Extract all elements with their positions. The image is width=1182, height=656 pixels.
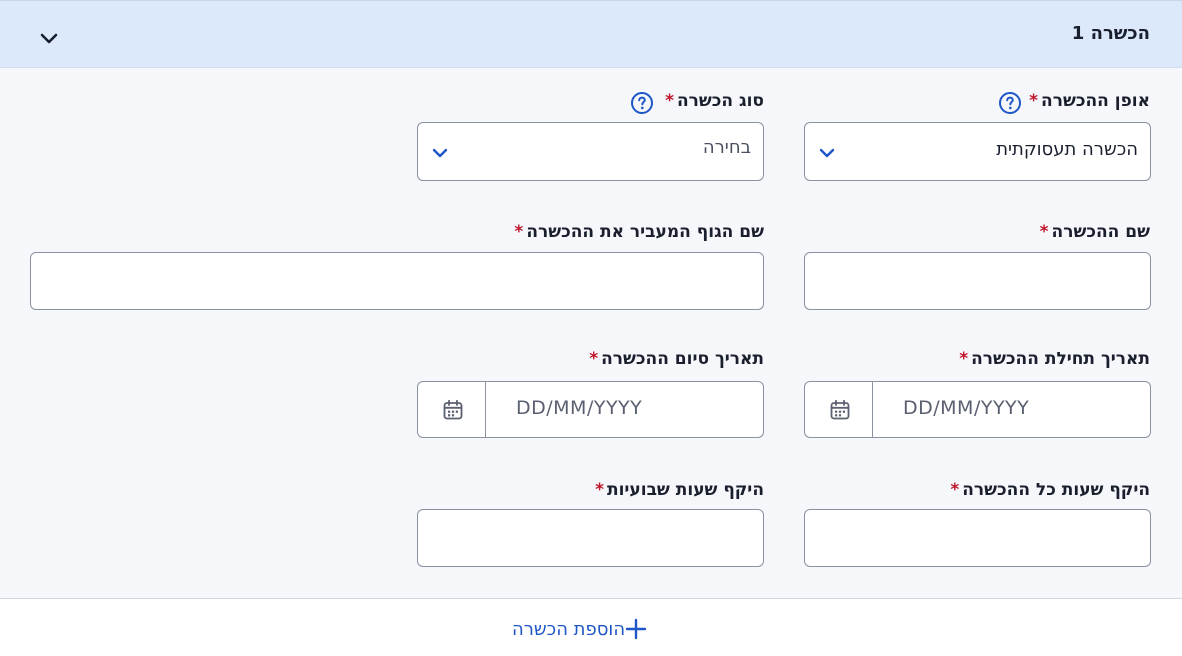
training-name-input[interactable] bbox=[804, 252, 1151, 310]
provider-name-label: שם הגוף המעביר את ההכשרה* bbox=[514, 222, 764, 242]
training-type-select[interactable]: בחירה bbox=[417, 122, 764, 181]
provider-name-label-text: שם הגוף המעביר את ההכשרה bbox=[526, 222, 764, 242]
chevron-down-icon bbox=[819, 148, 835, 158]
add-training-button[interactable]: הוספת הכשרה bbox=[512, 615, 661, 643]
training-mode-value: הכשרה תעסוקתית bbox=[996, 139, 1138, 160]
training-name-label-text: שם ההכשרה bbox=[1051, 222, 1150, 242]
weekly-hours-input[interactable] bbox=[417, 509, 764, 567]
help-circle-icon[interactable] bbox=[998, 91, 1022, 115]
total-hours-label-text: היקף שעות כל ההכשרה bbox=[962, 480, 1150, 500]
training-name-label: שם ההכשרה* bbox=[1040, 222, 1150, 242]
training-mode-label-text: אופן ההכשרה bbox=[1041, 91, 1150, 111]
panel-header[interactable]: הכשרה 1 bbox=[0, 0, 1182, 68]
required-mark: * bbox=[665, 91, 674, 111]
required-mark: * bbox=[1029, 91, 1039, 111]
training-mode-select[interactable]: הכשרה תעסוקתית bbox=[804, 122, 1151, 181]
panel-footer: הוספת הכשרה bbox=[0, 598, 1182, 656]
total-hours-label: היקף שעות כל ההכשרה* bbox=[950, 480, 1150, 500]
calendar-icon bbox=[443, 399, 463, 420]
required-mark: * bbox=[595, 480, 604, 500]
end-date-placeholder: DD/MM/YYYY bbox=[516, 397, 643, 419]
required-mark: * bbox=[1039, 222, 1049, 242]
calendar-button[interactable] bbox=[418, 382, 486, 437]
calendar-icon bbox=[830, 399, 850, 420]
training-type-label-text: סוג הכשרה bbox=[676, 91, 764, 111]
add-training-label: הוספת הכשרה bbox=[512, 618, 626, 640]
total-hours-input[interactable] bbox=[804, 509, 1151, 567]
required-mark: * bbox=[959, 349, 969, 369]
required-mark: * bbox=[514, 222, 524, 242]
start-date-label-text: תאריך תחילת ההכשרה bbox=[971, 349, 1150, 369]
chevron-down-icon bbox=[40, 33, 58, 44]
start-date-label: תאריך תחילת ההכשרה* bbox=[959, 349, 1150, 369]
calendar-button[interactable] bbox=[805, 382, 873, 437]
provider-name-input[interactable] bbox=[30, 252, 764, 310]
start-date-placeholder: DD/MM/YYYY bbox=[903, 397, 1030, 419]
required-mark: * bbox=[950, 480, 960, 500]
end-date-label-text: תאריך סיום ההכשרה bbox=[601, 349, 764, 369]
chevron-down-icon bbox=[432, 148, 448, 158]
training-type-placeholder: בחירה bbox=[702, 137, 751, 158]
panel-title: הכשרה 1 bbox=[1071, 23, 1150, 44]
collapse-button[interactable] bbox=[36, 25, 62, 51]
help-circle-icon[interactable] bbox=[630, 91, 654, 115]
training-type-label: סוג הכשרה* bbox=[665, 91, 764, 111]
training-mode-label: אופן ההכשרה* bbox=[1029, 91, 1150, 111]
weekly-hours-label-text: היקף שעות שבועיות bbox=[606, 480, 764, 500]
required-mark: * bbox=[589, 349, 599, 369]
start-date-input[interactable]: DD/MM/YYYY bbox=[804, 381, 1151, 438]
end-date-input[interactable]: DD/MM/YYYY bbox=[417, 381, 764, 438]
end-date-label: תאריך סיום ההכשרה* bbox=[589, 349, 764, 369]
weekly-hours-label: היקף שעות שבועיות* bbox=[595, 480, 764, 500]
plus-icon bbox=[625, 618, 647, 640]
